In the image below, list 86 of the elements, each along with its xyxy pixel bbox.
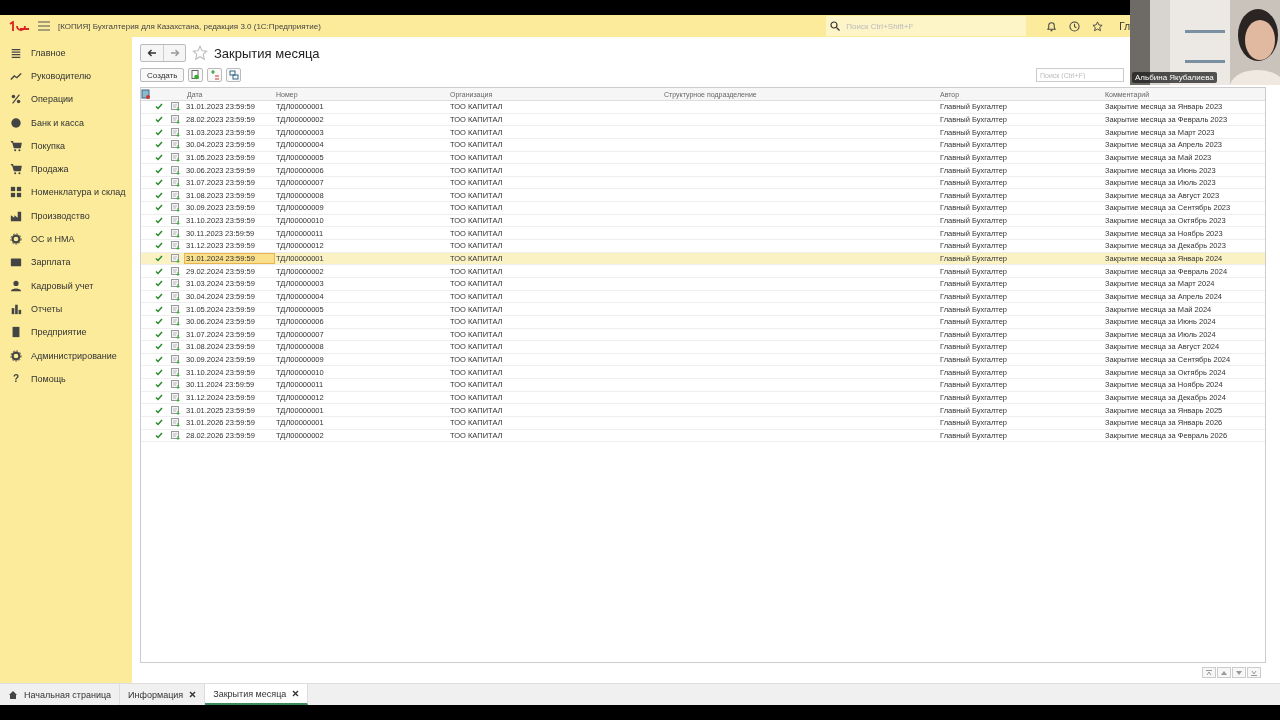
menu-icon[interactable] xyxy=(38,21,50,31)
cart-icon xyxy=(10,163,22,176)
gear-icon xyxy=(10,233,22,245)
create-button[interactable]: Создать xyxy=(140,68,185,82)
document-icon xyxy=(171,405,182,415)
cart-icon xyxy=(10,139,22,152)
arrow-left-icon xyxy=(147,49,157,57)
document-icon xyxy=(171,152,182,162)
document-icon xyxy=(171,380,182,390)
first-page-button[interactable] xyxy=(1202,667,1216,678)
sidebar-item[interactable]: Продажа xyxy=(0,157,132,181)
app-logo xyxy=(8,18,30,34)
document-icon xyxy=(171,114,182,124)
coin-icon xyxy=(10,116,22,129)
sidebar-item[interactable]: ? Помощь xyxy=(0,367,132,391)
home-icon xyxy=(8,689,18,700)
structure-button[interactable] xyxy=(226,68,242,82)
sidebar-item[interactable]: Зарплата xyxy=(0,250,132,274)
document-icon xyxy=(171,304,182,314)
page-up-button[interactable] xyxy=(1217,667,1231,678)
document-icon xyxy=(171,367,182,377)
star-icon[interactable] xyxy=(192,45,208,61)
window-title: [КОПИЯ] Бухгалтерия для Казахстана, редакция 3.0 (1С:Предприятие) xyxy=(58,21,321,31)
document-icon xyxy=(171,203,182,213)
sidebar-item[interactable]: Руководителю xyxy=(0,64,132,88)
document-icon xyxy=(171,317,182,327)
sidebar-item[interactable]: Главное xyxy=(0,41,132,65)
document-icon xyxy=(171,178,182,188)
document-icon xyxy=(171,279,182,289)
sidebar-item[interactable]: Отчеты xyxy=(0,297,132,321)
document-icon xyxy=(171,393,182,403)
sidebar-item[interactable]: Операции xyxy=(0,87,132,111)
list-icon xyxy=(10,46,22,59)
search-input[interactable]: Поиск Ctrl+Shift+F xyxy=(844,20,1019,32)
last-page-icon xyxy=(1251,669,1257,676)
percent-icon xyxy=(10,93,22,106)
user-name[interactable]: Гл xyxy=(1119,20,1130,32)
document-icon xyxy=(171,266,182,276)
triangle-down-icon xyxy=(1236,669,1242,676)
sidebar-item[interactable]: Банк и касса xyxy=(0,110,132,135)
document-icon xyxy=(171,241,182,251)
document-icon xyxy=(171,165,182,175)
open-tab[interactable]: Закрытия месяца xyxy=(205,684,309,705)
sidebar-item[interactable]: Номенклатура и склад xyxy=(0,180,132,205)
factory-icon xyxy=(10,209,22,222)
open-tab[interactable]: Начальная страница xyxy=(0,684,121,705)
page-down-button[interactable] xyxy=(1232,667,1246,678)
document-icon xyxy=(171,418,182,428)
document-icon xyxy=(171,430,182,440)
document-icon xyxy=(171,140,182,150)
document-icon xyxy=(171,190,182,200)
star-icon[interactable] xyxy=(1092,20,1104,32)
document-icon xyxy=(171,228,182,238)
sidebar-item[interactable]: Администрирование xyxy=(0,343,132,368)
sidebar-item[interactable]: Покупка xyxy=(0,134,132,158)
sidebar-item[interactable]: Предприятие xyxy=(0,320,132,344)
last-page-button[interactable] xyxy=(1247,667,1261,678)
grid-icon xyxy=(10,186,22,199)
sidebar-item[interactable]: ОС и НМА xyxy=(0,227,132,251)
triangle-up-icon xyxy=(1221,669,1227,676)
document-icon xyxy=(171,216,182,226)
document-status-icon xyxy=(141,89,151,99)
close-icon[interactable] xyxy=(292,690,300,697)
first-page-icon xyxy=(1206,669,1212,676)
participant-name: Альбина Якубалиева xyxy=(1132,72,1217,83)
document-refresh-button[interactable] xyxy=(188,68,204,82)
gear-icon xyxy=(10,349,22,362)
sidebar-item[interactable]: Кадровый учет xyxy=(0,273,132,298)
document-icon xyxy=(171,291,182,301)
arrow-right-icon xyxy=(169,49,180,57)
sidebar-item[interactable]: Производство xyxy=(0,204,132,228)
document-icon xyxy=(171,342,182,352)
bar-chart-icon xyxy=(10,302,22,315)
bell-icon[interactable] xyxy=(1046,20,1058,32)
person-icon xyxy=(10,279,22,292)
help-icon: ? xyxy=(10,373,22,385)
document-icon xyxy=(171,254,182,263)
search-field[interactable]: Поиск Ctrl+Shift+F xyxy=(826,16,1027,36)
search-icon xyxy=(830,21,841,31)
document-icon xyxy=(171,355,182,365)
history-icon[interactable] xyxy=(1069,20,1081,32)
document-icon xyxy=(171,127,182,137)
close-icon[interactable] xyxy=(189,691,197,698)
document-icon xyxy=(171,329,182,339)
form-title: Закрытия месяца xyxy=(214,45,320,61)
debit-credit-button[interactable] xyxy=(207,68,223,82)
